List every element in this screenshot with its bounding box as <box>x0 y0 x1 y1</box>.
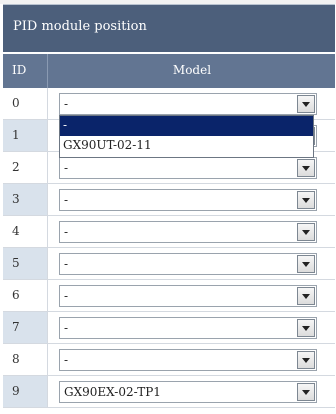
row-id: 0 <box>3 88 48 119</box>
model-select[interactable]: - <box>59 221 317 243</box>
dropdown-button[interactable] <box>297 383 315 401</box>
model-select-value: - <box>64 257 69 271</box>
row-id: 5 <box>3 248 48 279</box>
model-select[interactable]: - <box>59 349 317 371</box>
table-row: 9 GX90EX-02-TP1 <box>3 376 335 408</box>
model-select[interactable]: - <box>59 189 317 211</box>
table-row: 7 - <box>3 312 335 344</box>
chevron-down-icon <box>302 294 310 299</box>
chevron-down-icon <box>302 262 310 267</box>
row-id: 8 <box>3 344 48 375</box>
pid-module-panel: PID module position ID Model 0 - 1 - <box>3 4 335 410</box>
model-select-value: - <box>64 321 69 335</box>
model-cell: - <box>49 312 335 343</box>
chevron-down-icon <box>302 166 310 171</box>
model-select-value: - <box>64 193 69 207</box>
row-id: 3 <box>3 184 48 215</box>
header-id: ID <box>3 54 48 88</box>
chevron-down-icon <box>302 326 310 331</box>
model-select[interactable]: - <box>59 93 317 115</box>
row-id: 2 <box>3 152 48 183</box>
chevron-down-icon <box>302 358 310 363</box>
chevron-down-icon <box>302 198 310 203</box>
model-select[interactable]: - <box>59 317 317 339</box>
model-select-value: - <box>64 225 69 239</box>
model-cell: - <box>49 184 335 215</box>
dropdown-option[interactable]: GX90UT-02-11 <box>60 136 313 156</box>
row-id: 1 <box>3 120 48 151</box>
model-cell: - <box>49 216 335 247</box>
model-select-value: - <box>64 289 69 303</box>
dropdown-option-highlighted[interactable]: - <box>60 116 313 136</box>
chevron-down-icon <box>302 390 310 395</box>
table-row: 4 - <box>3 216 335 248</box>
dropdown-button[interactable] <box>297 287 315 305</box>
dropdown-button[interactable] <box>297 255 315 273</box>
model-select-value: - <box>64 353 69 367</box>
model-select[interactable]: - <box>59 253 317 275</box>
model-cell: GX90EX-02-TP1 <box>49 376 335 407</box>
table-row: 3 - <box>3 184 335 216</box>
model-select-value: - <box>64 161 69 175</box>
dropdown-button[interactable] <box>297 351 315 369</box>
dropdown-button[interactable] <box>297 191 315 209</box>
row-id: 9 <box>3 376 48 407</box>
chevron-down-icon <box>302 102 310 107</box>
dropdown-button[interactable] <box>297 223 315 241</box>
row-id: 6 <box>3 280 48 311</box>
model-select-value: - <box>64 97 69 111</box>
panel-title: PID module position <box>3 4 335 52</box>
row-id: 4 <box>3 216 48 247</box>
model-cell: - <box>49 344 335 375</box>
dropdown-button[interactable] <box>297 95 315 113</box>
model-select[interactable]: - <box>59 285 317 307</box>
chevron-down-icon <box>302 230 310 235</box>
model-dropdown-list: - GX90UT-02-11 <box>59 115 314 158</box>
model-cell: - <box>49 248 335 279</box>
model-select[interactable]: - <box>59 157 317 179</box>
table-row: 6 - <box>3 280 335 312</box>
model-cell: - <box>49 280 335 311</box>
table-row: 8 - <box>3 344 335 376</box>
row-id: 7 <box>3 312 48 343</box>
model-select[interactable]: GX90EX-02-TP1 <box>59 381 317 403</box>
dropdown-button[interactable] <box>297 159 315 177</box>
model-select-value: GX90EX-02-TP1 <box>64 385 161 399</box>
dropdown-button[interactable] <box>297 319 315 337</box>
table-row: 5 - <box>3 248 335 280</box>
table-header: ID Model <box>3 54 335 88</box>
header-model: Model <box>172 63 212 77</box>
